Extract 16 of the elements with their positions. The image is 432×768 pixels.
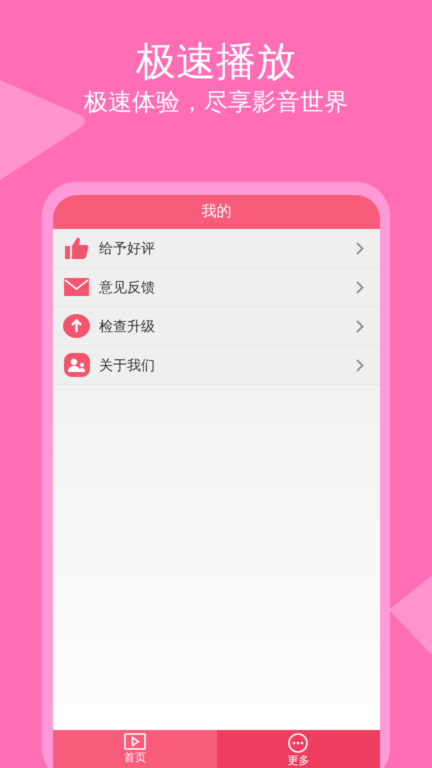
chevron-right-icon bbox=[356, 320, 364, 332]
menu-item[interactable]: 给予好评 bbox=[53, 229, 380, 268]
screen-title: 我的 bbox=[202, 202, 232, 222]
chevron-right-icon bbox=[356, 280, 364, 294]
thumbs-up-icon bbox=[64, 237, 88, 259]
menu-item[interactable]: 检查升级 bbox=[53, 307, 380, 346]
envelope-icon bbox=[64, 278, 89, 296]
play-icon bbox=[124, 733, 146, 750]
menu-item[interactable]: 意见反馈 bbox=[53, 268, 380, 307]
more-icon bbox=[288, 733, 308, 753]
banner-title: 极速播放 bbox=[136, 39, 296, 86]
chevron-right-icon bbox=[356, 358, 364, 372]
chevron-right-icon bbox=[356, 242, 364, 254]
tab[interactable]: 更多 bbox=[216, 730, 380, 768]
banner-subtitle: 极速体验，尽享影音世界 bbox=[84, 88, 348, 118]
people-icon bbox=[64, 353, 90, 377]
